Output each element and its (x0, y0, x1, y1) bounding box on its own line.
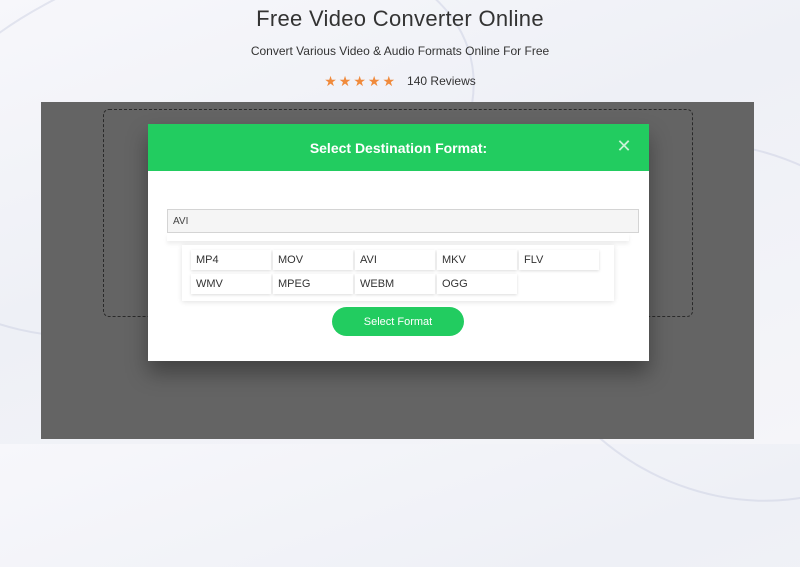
format-option-mkv[interactable]: MKV (437, 250, 517, 270)
modal-header: Select Destination Format: ✕ (148, 124, 649, 171)
format-option-mp4[interactable]: MP4 (191, 250, 271, 270)
format-search-input[interactable] (167, 209, 639, 233)
format-option-ogg[interactable]: OGG (437, 274, 517, 294)
format-option-mov[interactable]: MOV (273, 250, 353, 270)
close-icon[interactable]: ✕ (615, 137, 633, 155)
star-icon: ★ (324, 73, 337, 89)
star-icon: ★ (382, 73, 396, 89)
format-option-webm[interactable]: WEBM (355, 274, 435, 294)
format-option-wmv[interactable]: WMV (191, 274, 271, 294)
input-shadow (167, 233, 629, 241)
format-list: MP4 MOV AVI MKV FLV WMV MPEG WEBM OGG (182, 245, 614, 301)
page-title: Free Video Converter Online (256, 6, 544, 31)
star-icon: ★ (353, 73, 366, 89)
rating: ★ ★ ★ ★ ★ 140 Reviews (0, 74, 800, 88)
star-icon: ★ (338, 73, 352, 89)
format-option-flv[interactable]: FLV (519, 250, 599, 270)
modal-title: Select Destination Format: (309, 139, 488, 156)
star-icon: ★ (367, 73, 381, 89)
page-subtitle: Convert Various Video & Audio Formats On… (250, 44, 550, 58)
format-option-avi[interactable]: AVI (355, 250, 435, 270)
format-option-mpeg[interactable]: MPEG (273, 274, 353, 294)
format-modal: Select Destination Format: ✕ MP4 MOV AVI… (148, 124, 649, 361)
reviews-count: 140 Reviews (407, 74, 476, 88)
select-format-button[interactable]: Select Format (332, 307, 464, 336)
